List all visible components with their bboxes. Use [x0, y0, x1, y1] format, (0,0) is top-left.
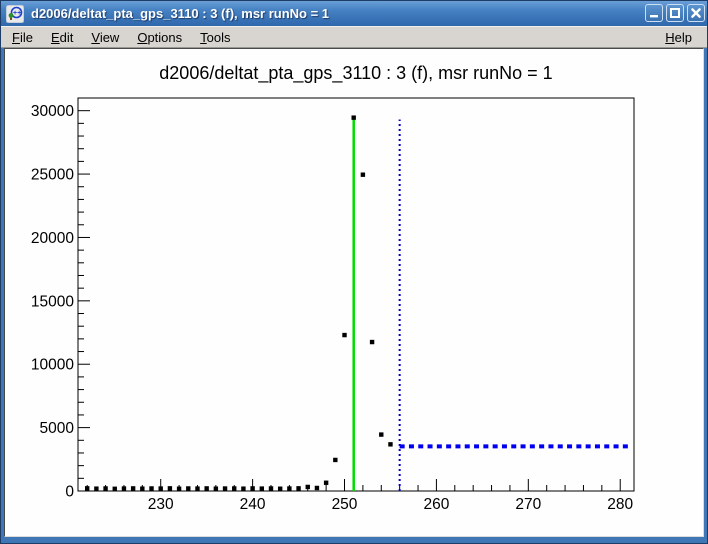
data-point [250, 486, 254, 490]
x-axis-tick-label: 280 [607, 496, 633, 513]
data-point [306, 485, 310, 489]
menu-view[interactable]: View [82, 28, 128, 47]
window-title: d2006/deltat_pta_gps_3110 : 3 (f), msr r… [31, 6, 329, 21]
chart-svg[interactable]: d2006/deltat_pta_gps_3110 : 3 (f), msr r… [5, 49, 705, 538]
data-point [241, 486, 245, 490]
x-axis-tick-label: 250 [332, 496, 358, 513]
data-point [94, 486, 98, 490]
data-point [370, 340, 374, 344]
plot-title: d2006/deltat_pta_gps_3110 : 3 (f), msr r… [159, 63, 552, 84]
data-point [232, 486, 236, 490]
data-point [352, 115, 356, 119]
maximize-button[interactable] [666, 4, 684, 22]
data-point [388, 442, 392, 446]
minimize-button[interactable] [645, 4, 663, 22]
x-axis-tick-label: 260 [423, 496, 449, 513]
data-point [296, 486, 300, 490]
data-point [342, 333, 346, 337]
data-point [85, 486, 89, 490]
data-point [333, 458, 337, 462]
menu-tools[interactable]: Tools [191, 28, 239, 47]
y-axis-tick-label: 25000 [31, 167, 74, 184]
x-axis-tick-label: 230 [148, 496, 174, 513]
menu-file[interactable]: File [3, 28, 42, 47]
data-point [287, 486, 291, 490]
data-point [204, 486, 208, 490]
close-icon [690, 7, 702, 19]
svg-text:++: ++ [13, 10, 21, 17]
data-point [361, 172, 365, 176]
data-point [278, 487, 282, 491]
y-axis-tick-label: 20000 [31, 230, 74, 247]
data-point [131, 486, 135, 490]
root-logo-icon: ++ [6, 5, 24, 23]
data-point [223, 486, 227, 490]
root-canvas-window: ++ d2006/deltat_pta_gps_3110 : 3 (f), ms… [0, 0, 708, 544]
data-point [269, 486, 273, 490]
data-point [103, 486, 107, 490]
y-axis-tick-label: 0 [65, 484, 74, 501]
menubar: File Edit View Options Tools Help [1, 26, 707, 48]
data-point [122, 486, 126, 490]
data-point [149, 486, 153, 490]
data-point [168, 486, 172, 490]
data-point [177, 487, 181, 491]
y-axis-tick-label: 10000 [31, 357, 74, 374]
data-point [260, 486, 264, 490]
y-axis-tick-label: 15000 [31, 293, 74, 310]
plot-frame [78, 98, 634, 491]
y-axis-tick-label: 5000 [40, 420, 75, 437]
minimize-icon [648, 7, 660, 19]
menu-edit[interactable]: Edit [42, 28, 82, 47]
maximize-icon [669, 7, 681, 19]
data-point [324, 481, 328, 485]
titlebar[interactable]: ++ d2006/deltat_pta_gps_3110 : 3 (f), ms… [1, 1, 707, 26]
data-point [379, 432, 383, 436]
data-point [113, 487, 117, 491]
x-axis-tick-label: 270 [515, 496, 541, 513]
x-axis-tick-label: 240 [240, 496, 266, 513]
data-point [315, 486, 319, 490]
data-point [159, 486, 163, 490]
data-point [186, 486, 190, 490]
data-point [140, 486, 144, 490]
menu-help[interactable]: Help [656, 28, 701, 47]
close-button[interactable] [687, 4, 705, 22]
data-point [195, 486, 199, 490]
y-axis-tick-label: 30000 [31, 103, 74, 120]
menu-options[interactable]: Options [128, 28, 191, 47]
plot-canvas[interactable]: d2006/deltat_pta_gps_3110 : 3 (f), msr r… [4, 48, 704, 537]
data-point [214, 486, 218, 490]
